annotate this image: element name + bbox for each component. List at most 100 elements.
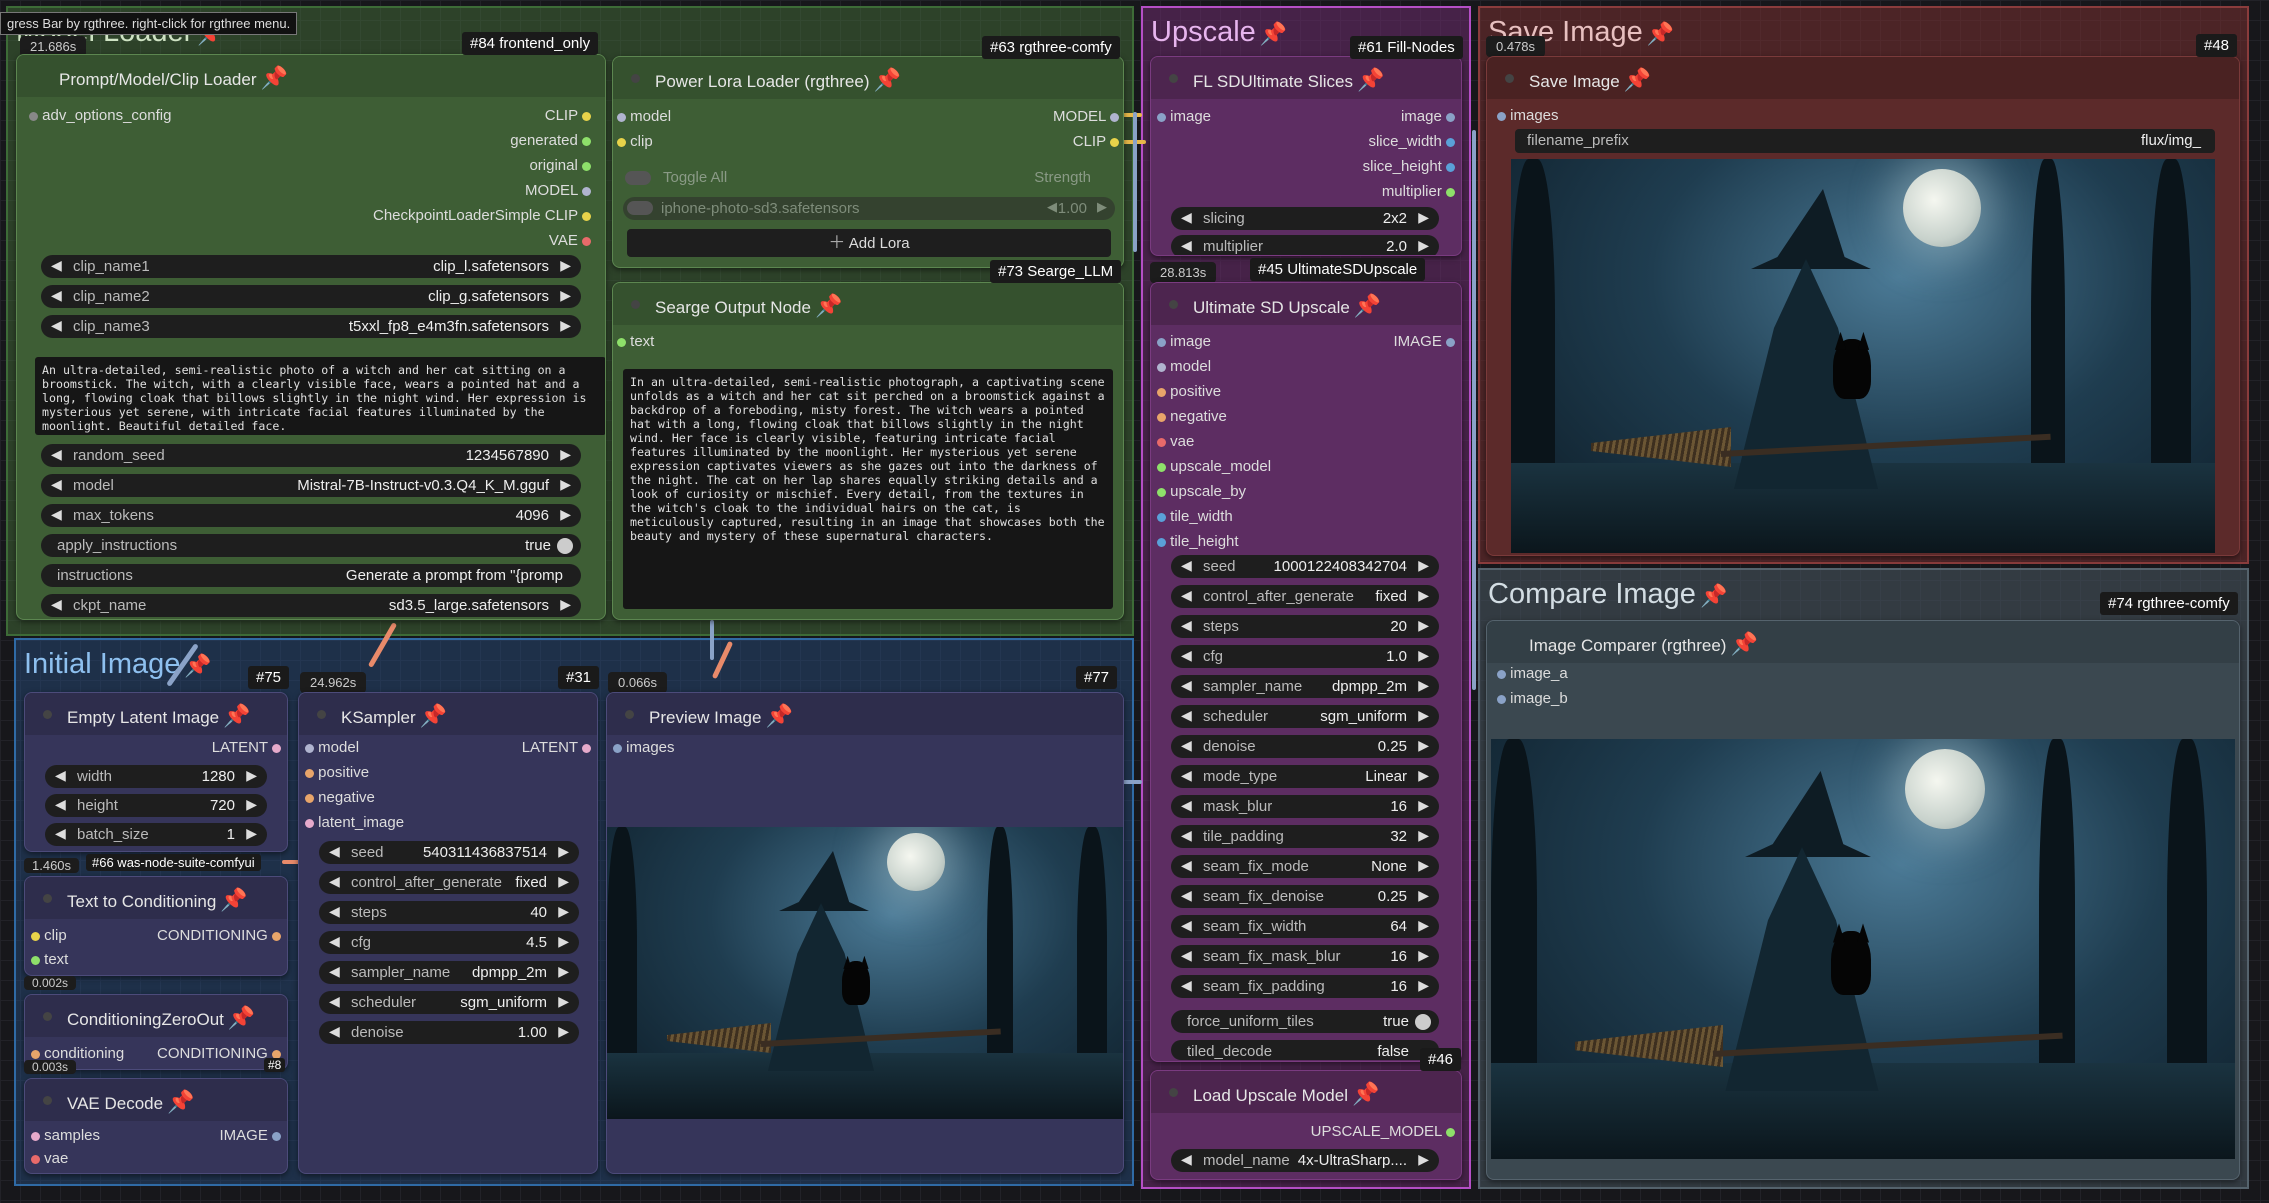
input-slot-images[interactable]: images: [1497, 107, 1559, 124]
pin-icon[interactable]: 📌: [167, 1089, 194, 1114]
pin-icon[interactable]: 📌: [228, 1005, 255, 1030]
arrow-right-icon[interactable]: ▶: [560, 476, 571, 493]
arrow-left-icon[interactable]: ◀: [1181, 887, 1192, 904]
node-collapse-dot[interactable]: [1505, 74, 1514, 83]
arrow-right-icon[interactable]: ▶: [1418, 887, 1429, 904]
input-slot-latent-image[interactable]: latent_image: [305, 814, 404, 831]
arrow-right-icon[interactable]: ▶: [560, 287, 571, 304]
input-slot-positive[interactable]: positive: [1157, 383, 1221, 400]
arrow-right-icon[interactable]: ▶: [558, 843, 569, 860]
output-slot-latent[interactable]: LATENT: [522, 739, 591, 756]
arrow-left-icon[interactable]: ◀: [329, 933, 340, 950]
pin-icon[interactable]: 📌: [260, 65, 287, 90]
pin-icon[interactable]: 📌: [1357, 67, 1384, 92]
arrow-right-icon[interactable]: ▶: [1418, 917, 1429, 934]
slot-dot[interactable]: [1157, 112, 1166, 122]
lora-name[interactable]: iphone-photo-sd3.safetensors: [661, 200, 859, 217]
node-collapse-dot[interactable]: [43, 1012, 52, 1021]
slot-dot[interactable]: [1157, 512, 1166, 522]
slot-dot[interactable]: [1157, 537, 1166, 547]
combo-slicing[interactable]: ◀ slicing 2x2 ▶: [1171, 207, 1439, 230]
widget-steps[interactable]: ◀ steps 40 ▶: [319, 901, 579, 924]
slot-dot[interactable]: [1446, 337, 1455, 347]
combo-model[interactable]: ◀ model Mistral-7B-Instruct-v0.3.Q4_K_M.gg…: [41, 474, 581, 497]
slot-dot[interactable]: [1110, 137, 1119, 147]
arrow-right-icon[interactable]: ▶: [560, 596, 571, 613]
widget-cfg[interactable]: ◀ cfg 4.5 ▶: [319, 931, 579, 954]
arrow-left-icon[interactable]: ◀: [1181, 209, 1192, 226]
arrow-right-icon[interactable]: ▶: [1418, 1151, 1429, 1168]
slot-dot[interactable]: [1157, 387, 1166, 397]
combo-clip-name3[interactable]: ◀ clip_name3 t5xxl_fp8_e4m3fn.safetensors ▶: [41, 315, 581, 338]
number-random-seed[interactable]: ◀ random_seed 1234567890 ▶: [41, 444, 581, 467]
arrow-left-icon[interactable]: ◀: [51, 257, 62, 274]
llm-output-textarea[interactable]: In an ultra-detailed, semi-realistic pho…: [623, 369, 1113, 609]
widget-mask-blur[interactable]: ◀ mask_blur 16 ▶: [1171, 795, 1439, 818]
arrow-left-icon[interactable]: ◀: [1181, 557, 1192, 574]
node-collapse-dot[interactable]: [631, 300, 640, 309]
slot-dot[interactable]: [582, 111, 591, 121]
number-width[interactable]: ◀ width 1280 ▶: [45, 765, 267, 788]
slot-dot[interactable]: [1157, 362, 1166, 372]
arrow-right-icon[interactable]: ▶: [1418, 947, 1429, 964]
arrow-left-icon[interactable]: ◀: [329, 903, 340, 920]
arrow-right-icon[interactable]: ▶: [1418, 707, 1429, 724]
slot-dot[interactable]: [582, 211, 591, 221]
arrow-left-icon[interactable]: ◀: [1181, 647, 1192, 664]
widget-seam-fix-mask-blur[interactable]: ◀ seam_fix_mask_blur 16 ▶: [1171, 945, 1439, 968]
arrow-right-icon[interactable]: ▶: [1418, 677, 1429, 694]
widget-seam-fix-denoise[interactable]: ◀ seam_fix_denoise 0.25 ▶: [1171, 885, 1439, 908]
arrow-right-icon[interactable]: ▶: [560, 446, 571, 463]
number-multiplier[interactable]: ◀ multiplier 2.0 ▶: [1171, 235, 1439, 255]
output-slot-latent[interactable]: LATENT: [212, 739, 281, 756]
conditioning-zero-out-node[interactable]: ConditioningZeroOut 📌 conditioning CONDIT…: [24, 994, 288, 1070]
widget-mode-type[interactable]: ◀ mode_type Linear ▶: [1171, 765, 1439, 788]
arrow-right-icon[interactable]: ▶: [560, 506, 571, 523]
arrow-right-icon[interactable]: ▶: [558, 873, 569, 890]
arrow-left-icon[interactable]: ◀: [51, 317, 62, 334]
slot-dot[interactable]: [582, 743, 591, 753]
output-slot-generated[interactable]: generated: [510, 132, 591, 149]
text-filename-prefix[interactable]: filename_prefix flux/img_: [1515, 129, 2215, 153]
slot-dot[interactable]: [1446, 137, 1455, 147]
slot-dot[interactable]: [31, 1131, 40, 1141]
slot-dot[interactable]: [1446, 1127, 1455, 1137]
fl-sdultimate-slices-node[interactable]: FL SDUltimate Slices 📌 image image slice_…: [1150, 56, 1462, 256]
arrow-left-icon[interactable]: ◀: [51, 476, 62, 493]
slot-dot[interactable]: [29, 111, 38, 121]
node-collapse-dot[interactable]: [1169, 74, 1178, 83]
slot-dot[interactable]: [1497, 669, 1506, 679]
output-slot-image[interactable]: IMAGE: [219, 1127, 281, 1144]
pin-icon[interactable]: 📌: [1647, 21, 1674, 46]
arrow-left-icon[interactable]: ◀: [1181, 857, 1192, 874]
input-slot-images[interactable]: images: [613, 739, 675, 756]
input-slot-clip[interactable]: clip: [31, 927, 67, 944]
widget-control-after-generate[interactable]: ◀ control_after_generate fixed ▶: [1171, 585, 1439, 608]
arrow-left-icon[interactable]: ◀: [329, 1023, 340, 1040]
output-slot-original[interactable]: original: [529, 157, 591, 174]
arrow-left-icon[interactable]: ◀: [55, 825, 66, 842]
slot-dot[interactable]: [613, 743, 622, 753]
widget-sampler-name[interactable]: ◀ sampler_name dpmpp_2m ▶: [319, 961, 579, 984]
input-slot-upscale-model[interactable]: upscale_model: [1157, 458, 1271, 475]
input-slot-negative[interactable]: negative: [1157, 408, 1227, 425]
pin-icon[interactable]: 📌: [420, 703, 447, 728]
widget-sampler-name[interactable]: ◀ sampler_name dpmpp_2m ▶: [1171, 675, 1439, 698]
combo-clip-name2[interactable]: ◀ clip_name2 clip_g.safetensors ▶: [41, 285, 581, 308]
input-slot-upscale-by[interactable]: upscale_by: [1157, 483, 1246, 500]
arrow-right-icon[interactable]: ▶: [1418, 797, 1429, 814]
arrow-left-icon[interactable]: ◀: [1181, 797, 1192, 814]
ksampler-node[interactable]: KSampler 📌 LATENT model positive negative…: [298, 692, 598, 1174]
arrow-left-icon[interactable]: ◀: [51, 287, 62, 304]
output-slot-clip[interactable]: CLIP: [545, 107, 591, 124]
number-height[interactable]: ◀ height 720 ▶: [45, 794, 267, 817]
save-image-node[interactable]: Save Image 📌 images filename_prefix flux/i…: [1486, 56, 2240, 556]
node-collapse-dot[interactable]: [625, 710, 634, 719]
arrow-left-icon[interactable]: ◀: [1181, 587, 1192, 604]
slot-dot[interactable]: [272, 1131, 281, 1141]
output-slot-upscale-model[interactable]: UPSCALE_MODEL: [1311, 1123, 1455, 1140]
text-instructions[interactable]: instructions Generate a prompt from "{pro…: [41, 564, 581, 587]
slot-dot[interactable]: [305, 768, 314, 778]
arrow-right-icon[interactable]: ▶: [1418, 977, 1429, 994]
output-slot-model[interactable]: MODEL: [525, 182, 591, 199]
